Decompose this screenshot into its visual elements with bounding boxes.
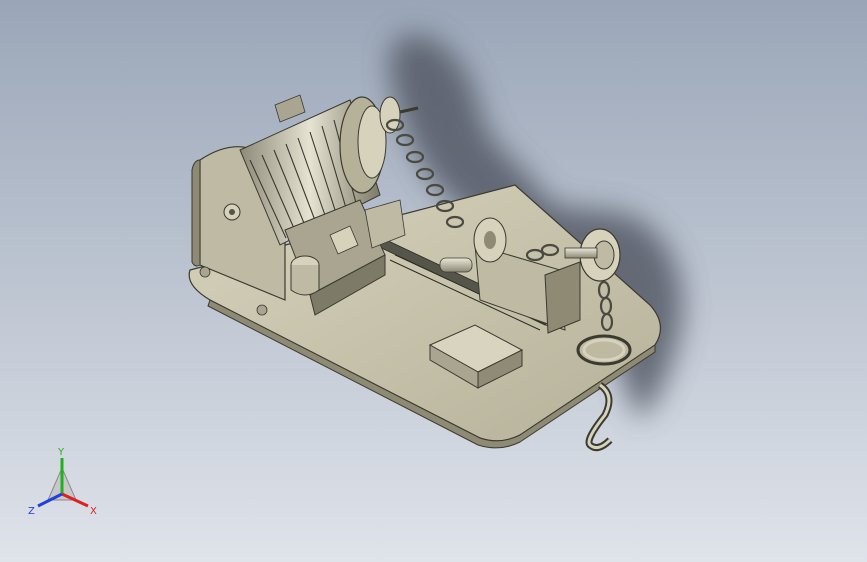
x-axis-label: X [90,506,97,517]
winch-assembly-model[interactable] [0,0,867,562]
z-axis-label: Z [28,506,35,517]
cad-viewport[interactable]: Y X Z [0,0,867,562]
y-axis-label: Y [57,447,65,458]
view-orientation-triad[interactable]: Y X Z [22,444,112,524]
